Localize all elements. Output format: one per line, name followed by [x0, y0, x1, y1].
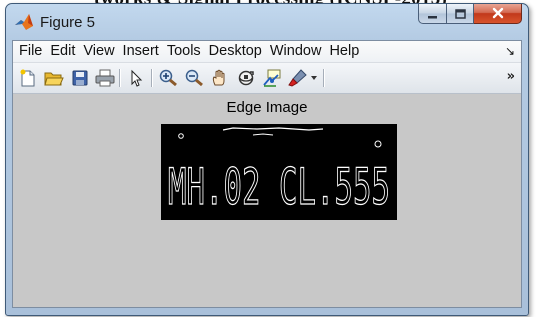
- menu-window[interactable]: Window: [266, 41, 326, 62]
- plate-top-edge: [222, 127, 324, 131]
- edge-image: MH.02 CL.555: [161, 124, 397, 220]
- menu-desktop[interactable]: Desktop: [205, 41, 266, 62]
- noise-blob: [178, 133, 184, 139]
- title-bar[interactable]: Figure 5: [6, 4, 528, 40]
- toolbar-separator: [151, 69, 153, 87]
- window-title: Figure 5: [40, 14, 96, 31]
- edge-plate-text: MH.02 CL.555: [168, 158, 390, 216]
- figure-client-area: File Edit View Insert Tools Desktop Wind…: [12, 40, 522, 308]
- zoom-in-icon[interactable]: [157, 68, 179, 88]
- new-figure-icon[interactable]: [17, 68, 39, 88]
- menu-bar: File Edit View Insert Tools Desktop Wind…: [13, 41, 521, 63]
- window-controls: [418, 4, 522, 26]
- menu-tools[interactable]: Tools: [163, 41, 205, 62]
- menu-insert[interactable]: Insert: [119, 41, 163, 62]
- toolbar-overflow-chevron[interactable]: »: [507, 69, 515, 84]
- print-figure-icon[interactable]: [94, 68, 116, 88]
- noise-blob: [374, 140, 382, 148]
- menu-overflow-arrow[interactable]: ↘: [505, 41, 515, 62]
- close-button[interactable]: [474, 4, 522, 24]
- edit-plot-icon[interactable]: [125, 68, 147, 88]
- rotate-3d-icon[interactable]: [235, 68, 257, 88]
- menu-help[interactable]: Help: [325, 41, 363, 62]
- brush-icon[interactable]: [287, 68, 309, 88]
- menu-edit[interactable]: Edit: [46, 41, 79, 62]
- figure-window: Figure 5 File Edit View Insert Tools Des…: [5, 3, 529, 316]
- save-figure-icon[interactable]: [69, 68, 91, 88]
- data-cursor-icon[interactable]: [261, 68, 283, 88]
- zoom-out-icon[interactable]: [183, 68, 205, 88]
- pan-icon[interactable]: [209, 68, 231, 88]
- figure-toolbar: »: [13, 63, 521, 94]
- maximize-icon: [454, 4, 466, 23]
- plate-top-edge: [252, 133, 274, 136]
- toolbar-separator: [119, 69, 121, 87]
- menu-view[interactable]: View: [79, 41, 118, 62]
- axes-title: Edge Image: [226, 99, 308, 116]
- matlab-icon[interactable]: [14, 13, 34, 31]
- brush-dropdown-icon[interactable]: [309, 68, 319, 88]
- maximize-button[interactable]: [447, 4, 474, 24]
- toolbar-separator: [323, 69, 325, 87]
- minimize-icon: [427, 4, 438, 23]
- close-icon: [492, 4, 504, 23]
- menu-file[interactable]: File: [13, 41, 46, 62]
- minimize-button[interactable]: [418, 4, 447, 24]
- open-file-icon[interactable]: [43, 68, 65, 88]
- figure-canvas: Edge Image MH.02 CL.555: [13, 94, 521, 307]
